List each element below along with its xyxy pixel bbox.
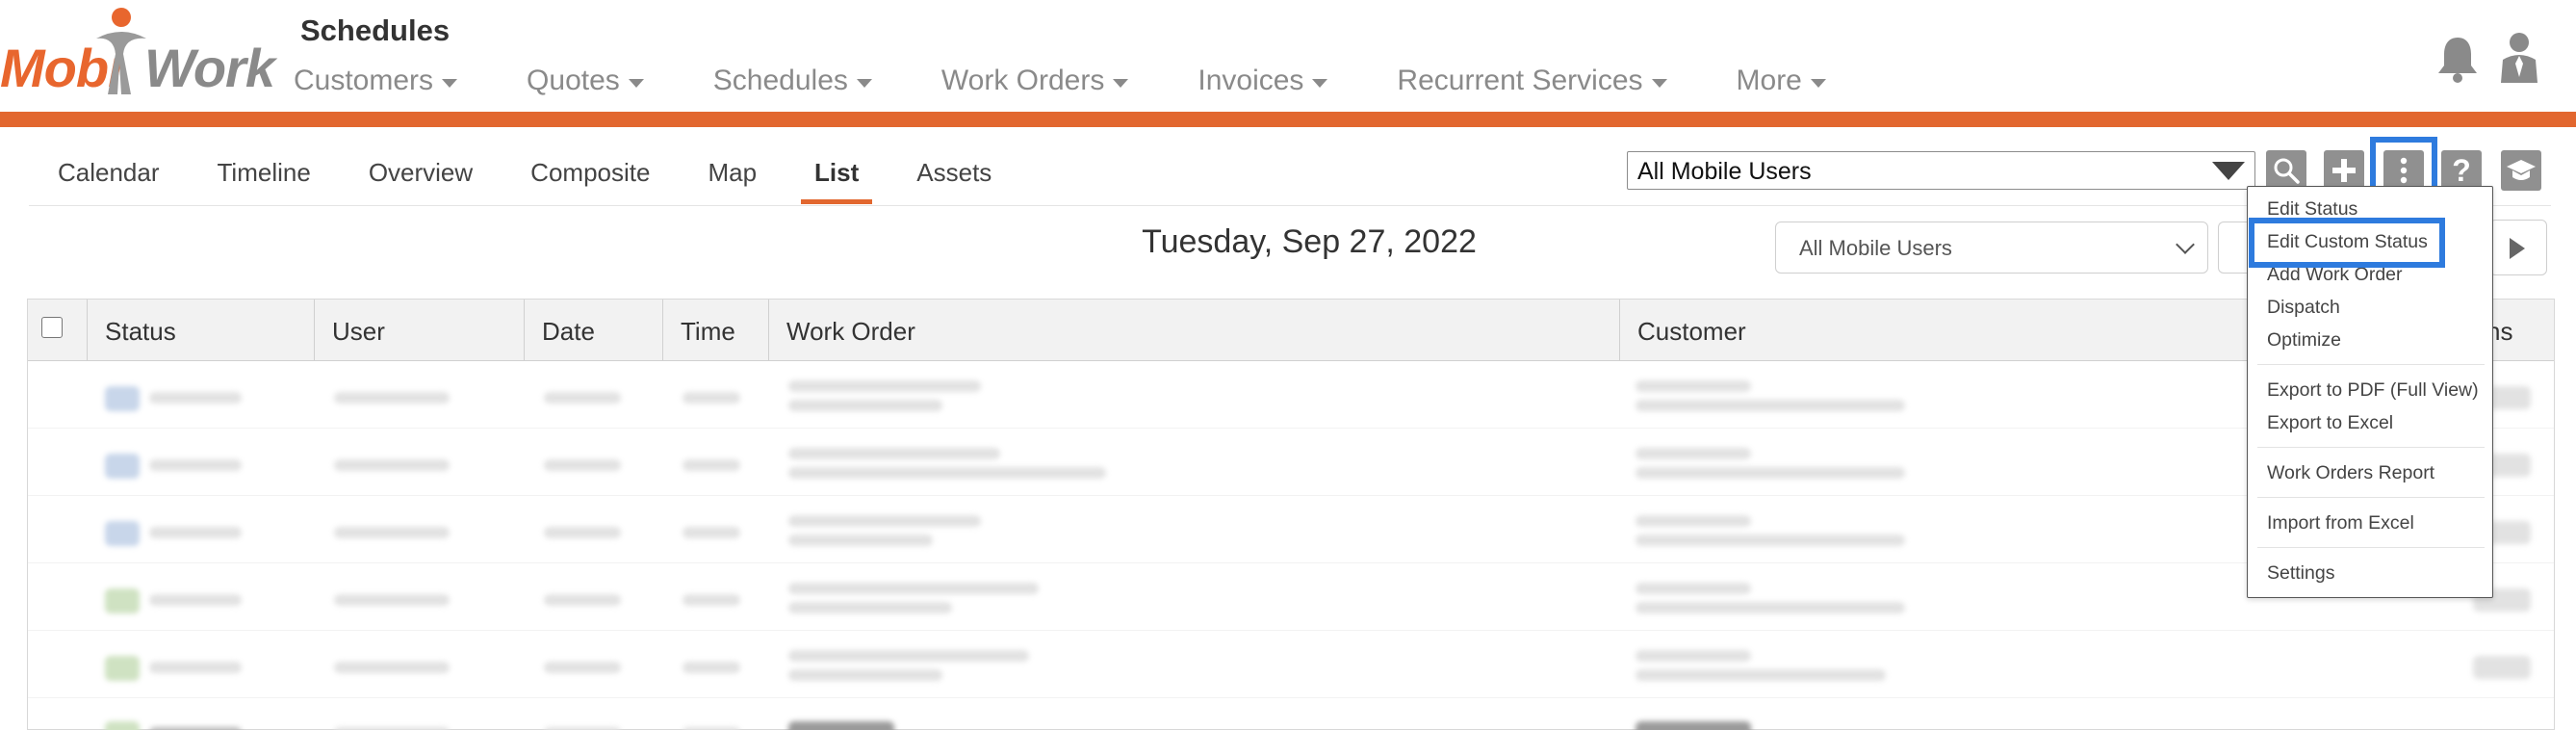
chevron-down-icon	[2176, 235, 2195, 254]
caret-down-icon	[1113, 78, 1129, 88]
tab-list[interactable]: List	[786, 144, 888, 204]
tab-assets[interactable]: Assets	[888, 144, 1020, 204]
more-options-menu: Edit Status Edit Custom Status Add Work …	[2247, 186, 2493, 598]
nav-quotes[interactable]: Quotes	[527, 62, 644, 100]
search-button[interactable]	[2266, 150, 2306, 191]
graduation-cap-icon	[2507, 160, 2536, 180]
column-date[interactable]: Date	[525, 300, 663, 361]
table-row[interactable]	[28, 698, 2554, 730]
mobile-user-filter[interactable]: All Mobile Users	[1775, 222, 2208, 274]
menu-divider	[2257, 547, 2485, 548]
view-tabs: Calendar Timeline Overview Composite Map…	[29, 144, 1020, 204]
work-orders-table: Status User Date Time Work Order Custome…	[27, 299, 2555, 730]
date-heading: Tuesday, Sep 27, 2022	[1142, 223, 1477, 260]
tab-timeline[interactable]: Timeline	[189, 144, 340, 204]
nav-more[interactable]: More	[1737, 62, 1826, 100]
plus-icon	[2332, 159, 2356, 182]
user-icon[interactable]	[2499, 31, 2539, 83]
column-time[interactable]: Time	[663, 300, 769, 361]
menu-divider	[2257, 447, 2485, 448]
caret-down-icon	[1810, 78, 1826, 88]
table-row[interactable]	[28, 429, 2554, 496]
more-options-button[interactable]	[2383, 150, 2424, 191]
nav-work-orders[interactable]: Work Orders	[941, 62, 1129, 100]
menu-settings[interactable]: Settings	[2267, 562, 2334, 585]
app-header: Mobi Work Schedules Customers Quotes Sch…	[0, 0, 2576, 112]
table-row[interactable]	[28, 631, 2554, 698]
caret-down-icon	[628, 78, 644, 88]
column-work-order[interactable]: Work Order	[769, 300, 1620, 361]
menu-dispatch[interactable]: Dispatch	[2267, 297, 2340, 319]
header-accent-bar	[0, 112, 2576, 127]
search-icon	[2274, 158, 2300, 184]
menu-edit-status[interactable]: Edit Status	[2267, 198, 2357, 221]
menu-divider	[2257, 497, 2485, 498]
caret-down-icon	[856, 78, 872, 88]
table-header: Status User Date Time Work Order Custome…	[28, 300, 2554, 361]
column-status[interactable]: Status	[88, 300, 315, 361]
select-all-cell	[28, 300, 88, 361]
play-right-icon	[2510, 238, 2525, 259]
table-row[interactable]	[28, 496, 2554, 563]
menu-export-pdf[interactable]: Export to PDF (Full View)	[2267, 379, 2479, 402]
nav-recurrent-services[interactable]: Recurrent Services	[1397, 62, 1667, 100]
mobiwork-logo[interactable]: Mobi Work	[0, 6, 275, 98]
mobile-user-select[interactable]: All Mobile Users	[1627, 151, 2255, 190]
tab-map[interactable]: Map	[679, 144, 786, 204]
menu-optimize[interactable]: Optimize	[2267, 329, 2341, 352]
table-row[interactable]	[28, 361, 2554, 429]
logo-figure-icon	[96, 8, 146, 94]
menu-import-excel[interactable]: Import from Excel	[2267, 512, 2414, 534]
menu-divider	[2257, 364, 2485, 365]
help-icon: ?	[2452, 152, 2471, 188]
caret-down-icon	[1312, 78, 1328, 88]
more-vertical-icon	[2400, 157, 2408, 184]
caret-down-icon	[442, 78, 458, 88]
tab-overview[interactable]: Overview	[340, 144, 502, 204]
caret-down-icon	[1651, 78, 1667, 88]
tabs-divider	[29, 205, 2551, 206]
nav-invoices[interactable]: Invoices	[1198, 62, 1328, 100]
menu-work-orders-report[interactable]: Work Orders Report	[2267, 462, 2434, 484]
nav-customers[interactable]: Customers	[294, 62, 458, 100]
menu-export-excel[interactable]: Export to Excel	[2267, 412, 2393, 434]
table-row[interactable]	[28, 563, 2554, 631]
column-user[interactable]: User	[315, 300, 525, 361]
dropdown-arrow-icon	[2212, 162, 2245, 180]
page-title: Schedules	[300, 13, 451, 47]
bell-icon[interactable]	[2435, 35, 2480, 83]
select-all-checkbox[interactable]	[41, 317, 63, 338]
tab-composite[interactable]: Composite	[502, 144, 679, 204]
menu-edit-custom-status[interactable]: Edit Custom Status	[2267, 231, 2428, 253]
nav-schedules[interactable]: Schedules	[713, 62, 872, 100]
add-button[interactable]	[2324, 150, 2364, 191]
help-button[interactable]: ?	[2441, 150, 2482, 191]
main-nav: Customers Quotes Schedules Work Orders I…	[294, 62, 1895, 100]
next-day-button[interactable]	[2489, 220, 2547, 275]
training-button[interactable]	[2501, 150, 2541, 191]
tab-calendar[interactable]: Calendar	[29, 144, 189, 204]
menu-add-work-order[interactable]: Add Work Order	[2267, 264, 2403, 286]
